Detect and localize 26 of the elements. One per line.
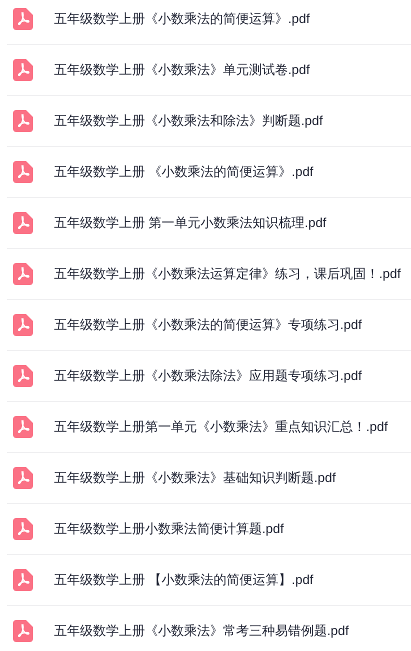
file-name[interactable]: 五年级数学上册《小数乘法运算定律》练习，课后巩固！.pdf [54, 264, 401, 284]
file-name[interactable]: 五年级数学上册《小数乘法和除法》判断题.pdf [54, 111, 323, 131]
file-name[interactable]: 五年级数学上册 第一单元小数乘法知识梳理.pdf [54, 213, 326, 233]
file-name[interactable]: 五年级数学上册《小数乘法除法》应用题专项练习.pdf [54, 366, 362, 386]
pdf-file-icon [13, 110, 33, 132]
pdf-file-icon [13, 569, 33, 591]
file-name[interactable]: 五年级数学上册 【小数乘法的简便运算】.pdf [54, 570, 314, 590]
pdf-file-icon [13, 416, 33, 438]
pdf-file-icon [13, 518, 33, 540]
pdf-file-icon [13, 212, 33, 234]
file-name[interactable]: 五年级数学上册《小数乘法》常考三种易错例题.pdf [54, 621, 349, 641]
pdf-file-icon [13, 365, 33, 387]
pdf-file-icon [13, 467, 33, 489]
pdf-file-icon [13, 8, 33, 30]
file-name[interactable]: 五年级数学上册《小数乘法》单元测试卷.pdf [54, 60, 310, 80]
file-name[interactable]: 五年级数学上册《小数乘法》基础知识判断题.pdf [54, 468, 336, 488]
pdf-file-icon [13, 59, 33, 81]
pdf-file-icon [13, 620, 33, 642]
file-name[interactable]: 五年级数学上册 《小数乘法的简便运算》.pdf [54, 162, 314, 182]
file-name[interactable]: 五年级数学上册《小数乘法的简便运算》专项练习.pdf [54, 315, 362, 335]
pdf-file-icon [13, 314, 33, 336]
file-name[interactable]: 五年级数学上册小数乘法简便计算题.pdf [54, 519, 284, 539]
file-name[interactable]: 五年级数学上册《小数乘法的简便运算》.pdf [54, 8, 310, 28]
file-name[interactable]: 五年级数学上册第一单元《小数乘法》重点知识汇总！.pdf [54, 417, 388, 437]
pdf-file-icon [13, 263, 33, 285]
pdf-file-icon [13, 161, 33, 183]
